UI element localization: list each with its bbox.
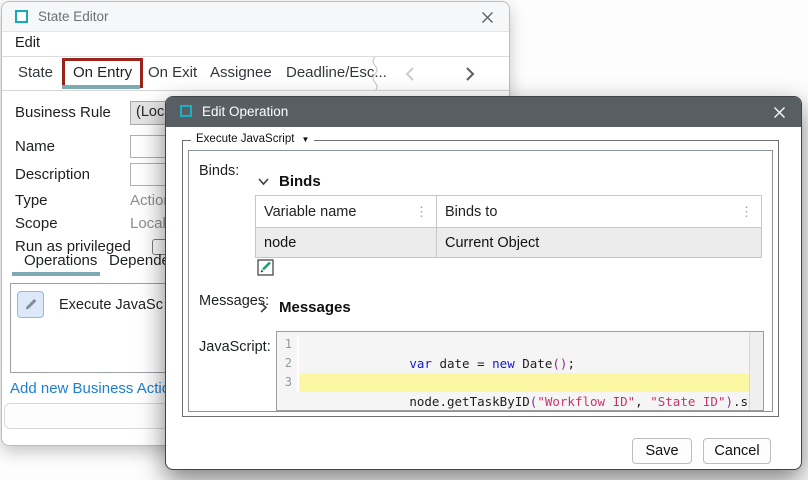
window-title: State Editor <box>38 9 109 24</box>
type-label: Type <box>15 192 48 209</box>
active-subtab-underline <box>12 272 100 276</box>
code-line-3-highlighted: 3 node.getTaskByID("Workflow ID", "State… <box>277 373 763 392</box>
dialog-title: Edit Operation <box>202 104 288 119</box>
app-icon <box>15 10 28 23</box>
javascript-row-label: JavaScript: <box>199 339 271 355</box>
binds-row-label: Binds: <box>199 163 239 179</box>
binds-table-row[interactable]: node Current Object <box>256 227 761 257</box>
cell-variable-name[interactable]: node <box>256 227 437 257</box>
binds-table: Variable name ⋮ Binds to ⋮ node Current … <box>255 195 762 258</box>
code-token: ) <box>725 394 733 409</box>
tab-state[interactable]: State <box>18 64 53 81</box>
operation-item-label: Execute JavaSc <box>59 297 163 313</box>
code-line-1: 1 var date = new Date(); <box>277 335 763 354</box>
chevron-right-icon[interactable] <box>460 65 480 85</box>
menu-edit[interactable]: Edit <box>15 35 40 51</box>
messages-section-title: Messages <box>279 299 351 316</box>
save-button[interactable]: Save <box>632 438 692 464</box>
description-label: Description <box>15 166 90 183</box>
operation-group-box: Execute JavaScript ▼ Binds: Binds Variab… <box>182 140 779 417</box>
dialog-icon <box>180 105 192 117</box>
chevron-right-icon <box>257 301 270 314</box>
javascript-code-editor[interactable]: 1 var date = new Date(); 2 date.setTime(… <box>276 331 764 411</box>
column-title: Binds to <box>445 204 497 220</box>
scope-value: Local <box>130 215 166 232</box>
code-line-2: 2 date.setTime(date.getTime() + 3600000)… <box>277 354 763 373</box>
operation-type-selector[interactable]: Execute JavaScript ▼ <box>191 133 314 145</box>
name-label: Name <box>15 138 55 155</box>
operation-type-label: Execute JavaScript <box>196 133 294 145</box>
binds-section-title: Binds <box>279 173 321 190</box>
operation-panel: Binds: Binds Variable name ⋮ Binds to ⋮ <box>188 150 773 412</box>
operations-list-item[interactable]: Execute JavaSc <box>17 291 163 318</box>
column-header-binds-to[interactable]: Binds to ⋮ <box>437 196 761 227</box>
dialog-close-icon[interactable] <box>767 101 791 123</box>
subtab-dependencies[interactable]: Depende <box>109 252 170 269</box>
cell-binds-to[interactable]: Current Object <box>437 227 761 257</box>
collapsed-panel <box>4 403 176 429</box>
column-title: Variable name <box>264 204 356 220</box>
code-editor-scrollbar[interactable] <box>749 332 763 410</box>
dropdown-caret-icon: ▼ <box>301 135 309 144</box>
torn-edge-decoration <box>370 57 380 96</box>
column-menu-icon[interactable]: ⋮ <box>415 205 428 218</box>
line-number: 1 <box>277 335 299 354</box>
close-icon[interactable] <box>475 6 499 28</box>
chevron-left-icon[interactable] <box>402 65 422 85</box>
edit-pencil-icon[interactable] <box>17 291 44 318</box>
scope-label: Scope <box>15 215 58 232</box>
subtab-operations[interactable]: Operations <box>24 252 97 269</box>
code-token: "State ID" <box>650 394 725 409</box>
binds-section-header[interactable]: Binds <box>257 173 321 190</box>
add-bind-row-button[interactable] <box>257 259 275 277</box>
cancel-button[interactable]: Cancel <box>703 438 771 464</box>
tab-on-exit[interactable]: On Exit <box>148 64 197 81</box>
menu-bar: Edit <box>2 32 509 57</box>
edit-operation-titlebar[interactable]: Edit Operation <box>166 97 801 127</box>
tab-assignee[interactable]: Assignee <box>210 64 272 81</box>
messages-section-header[interactable]: Messages <box>257 299 351 316</box>
line-number: 3 <box>277 373 299 392</box>
business-rule-label: Business Rule <box>15 104 111 121</box>
chevron-down-icon <box>257 175 270 188</box>
binds-table-header: Variable name ⋮ Binds to ⋮ <box>256 196 761 227</box>
operations-list: Execute JavaSc <box>10 283 182 373</box>
desktop: State Editor Edit State On Entry On Exit… <box>0 0 808 480</box>
active-tab-underline <box>62 85 140 89</box>
tab-strip: State On Entry On Exit Assignee Deadline… <box>2 57 509 91</box>
code-token: node.getTaskByID <box>409 394 529 409</box>
column-header-variable-name[interactable]: Variable name ⋮ <box>256 196 437 227</box>
edit-operation-dialog: Edit Operation Execute JavaScript ▼ Bind… <box>165 96 802 470</box>
line-number: 2 <box>277 354 299 373</box>
column-menu-icon[interactable]: ⋮ <box>740 205 753 218</box>
code-token: "Workflow ID" <box>537 394 635 409</box>
tab-on-entry[interactable]: On Entry <box>62 58 143 88</box>
code-token: , <box>635 394 650 409</box>
state-editor-titlebar[interactable]: State Editor <box>2 2 509 32</box>
add-business-action-link[interactable]: Add new Business Action <box>10 380 178 397</box>
